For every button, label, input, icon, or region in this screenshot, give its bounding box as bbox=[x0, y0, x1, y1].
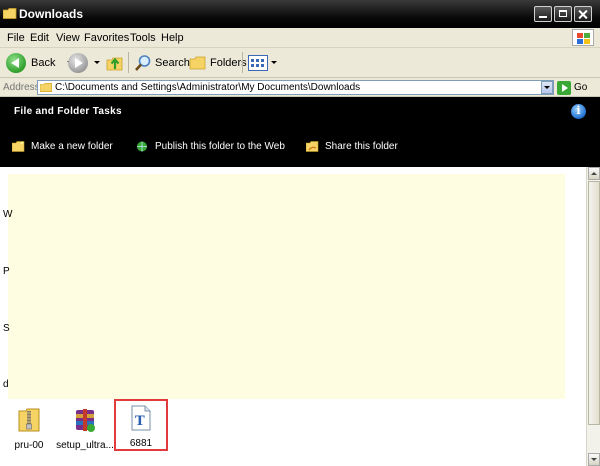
scroll-up-button[interactable] bbox=[588, 167, 600, 180]
globe-icon bbox=[137, 141, 147, 152]
up-button[interactable] bbox=[106, 51, 124, 74]
task-label: Publish this folder to the Web bbox=[155, 141, 285, 152]
views-grid-icon bbox=[248, 54, 268, 71]
file-name: setup_ultra... bbox=[56, 440, 114, 451]
address-input[interactable]: C:\Documents and Settings\Administrator\… bbox=[37, 80, 554, 95]
tasks-heading: File and Folder Tasks bbox=[14, 106, 122, 117]
search-icon bbox=[135, 54, 151, 71]
close-button[interactable] bbox=[574, 6, 592, 22]
zip-folder-icon bbox=[18, 408, 40, 432]
chevron-down-icon bbox=[271, 61, 277, 64]
chevron-down-icon bbox=[94, 61, 100, 64]
menu-view[interactable]: View bbox=[56, 32, 80, 44]
file-list-area[interactable]: W P S d pru-00 setup_ultra... T 6881 bbox=[0, 167, 586, 466]
task-make-new-folder[interactable]: Make a new folder bbox=[12, 141, 113, 152]
maximize-button[interactable] bbox=[554, 6, 572, 22]
task-publish-to-web[interactable]: Publish this folder to the Web bbox=[136, 141, 285, 152]
task-label: Make a new folder bbox=[31, 141, 113, 152]
go-button[interactable]: Go bbox=[557, 80, 587, 95]
truncated-text: P bbox=[3, 266, 10, 277]
menu-favorites[interactable]: Favorites bbox=[84, 32, 129, 44]
toolbar-separator bbox=[128, 52, 129, 73]
window-title: Downloads bbox=[19, 7, 84, 21]
explorer-window: Downloads File Edit View Favorites Tools… bbox=[0, 0, 600, 466]
toolbar-separator bbox=[242, 52, 243, 73]
truncated-text: S bbox=[3, 323, 10, 334]
views-button[interactable] bbox=[248, 51, 277, 74]
address-dropdown-button[interactable] bbox=[541, 81, 553, 94]
svg-text:T: T bbox=[135, 414, 145, 429]
folders-icon bbox=[189, 56, 206, 69]
scroll-thumb[interactable] bbox=[588, 181, 600, 425]
new-folder-icon bbox=[12, 141, 25, 152]
file-item-6881[interactable]: T 6881 bbox=[114, 399, 168, 451]
menu-file[interactable]: File bbox=[7, 32, 25, 44]
go-arrow-icon bbox=[557, 80, 571, 95]
windows-logo-icon bbox=[572, 29, 594, 46]
minimize-button[interactable] bbox=[534, 6, 552, 22]
vertical-scrollbar[interactable] bbox=[586, 167, 600, 466]
back-button[interactable]: Back bbox=[6, 51, 74, 74]
title-bar[interactable]: Downloads bbox=[0, 0, 600, 28]
search-label: Search bbox=[155, 56, 190, 69]
file-name: 6881 bbox=[129, 438, 153, 449]
task-share-folder[interactable]: Share this folder bbox=[306, 141, 398, 152]
back-arrow-icon bbox=[6, 52, 26, 73]
forward-arrow-icon bbox=[68, 52, 88, 73]
go-label: Go bbox=[574, 82, 588, 93]
scroll-down-button[interactable] bbox=[588, 453, 600, 466]
file-item-setup-ultra[interactable]: setup_ultra... bbox=[50, 407, 120, 451]
folder-icon bbox=[3, 8, 17, 19]
shared-folder-icon bbox=[306, 141, 319, 152]
winrar-installer-icon bbox=[76, 409, 95, 432]
search-button[interactable]: Search bbox=[134, 51, 190, 74]
truncated-text: W bbox=[3, 209, 13, 220]
menu-help[interactable]: Help bbox=[161, 32, 184, 44]
folder-up-icon bbox=[106, 57, 123, 70]
text-document-icon: T bbox=[131, 405, 151, 431]
file-folder-tasks-panel: File and Folder Tasks Make a new folder … bbox=[0, 97, 600, 167]
toolbar: Back Search Folders bbox=[0, 48, 600, 78]
folders-button[interactable]: Folders bbox=[189, 51, 247, 74]
menu-edit[interactable]: Edit bbox=[30, 32, 49, 44]
menu-tools[interactable]: Tools bbox=[130, 32, 156, 44]
truncated-text: d bbox=[3, 379, 9, 390]
folder-icon bbox=[40, 83, 52, 92]
address-path: C:\Documents and Settings\Administrator\… bbox=[55, 82, 361, 93]
task-label: Share this folder bbox=[325, 141, 398, 152]
forward-button[interactable] bbox=[68, 51, 100, 74]
address-label: Address bbox=[3, 82, 40, 93]
highlight-region bbox=[8, 174, 565, 399]
back-label: Back bbox=[31, 56, 56, 69]
info-icon[interactable] bbox=[571, 104, 586, 119]
address-bar: Address C:\Documents and Settings\Admini… bbox=[0, 78, 600, 97]
menu-bar: File Edit View Favorites Tools Help bbox=[0, 28, 600, 48]
